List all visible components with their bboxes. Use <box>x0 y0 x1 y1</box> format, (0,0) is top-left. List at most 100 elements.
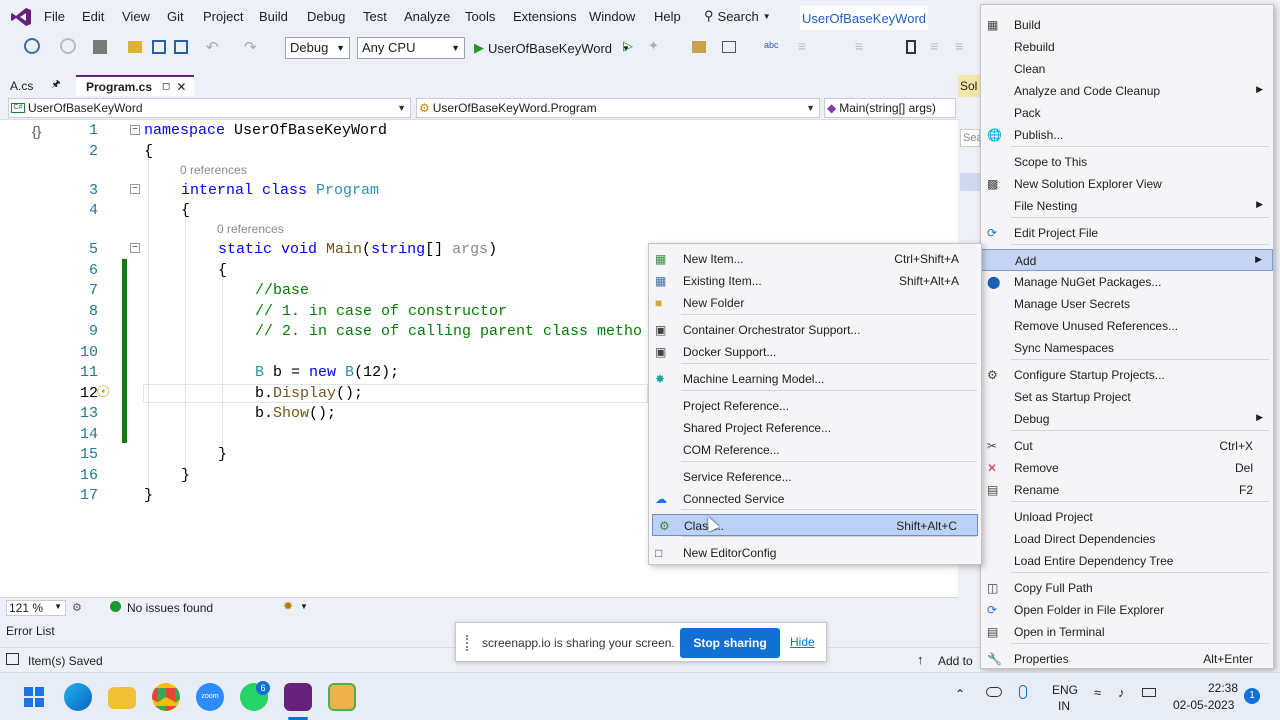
tab-program-cs[interactable]: Program.cs ◻ ✕ <box>76 75 194 96</box>
open-folder-icon[interactable] <box>128 41 142 53</box>
add-menu-item-new-folder[interactable]: ■ New Folder <box>649 292 981 314</box>
menu-item-clean[interactable]: Clean <box>981 58 1273 80</box>
wifi-icon[interactable]: ≈ <box>1094 685 1101 700</box>
indent-icon[interactable]: ≡ <box>855 38 873 56</box>
project-dropdown[interactable]: C# UserOfBaseKeyWord ▼ <box>8 98 411 118</box>
health-icon[interactable]: ⚙ <box>72 601 82 614</box>
add-menu-item-new-item[interactable]: ▦ New Item... Ctrl+Shift+A <box>649 248 981 270</box>
hide-link[interactable]: Hide <box>790 635 815 649</box>
menu-item-rebuild[interactable]: Rebuild <box>981 36 1273 58</box>
add-menu-item-new-editorconfig[interactable]: □ New EditorConfig <box>649 542 981 564</box>
chevron-up-icon[interactable]: ⌃ <box>955 687 965 701</box>
back-icon[interactable] <box>24 38 40 54</box>
codelens-references[interactable]: 0 references <box>217 222 284 236</box>
drag-handle-icon[interactable] <box>466 635 469 651</box>
language-primary[interactable]: ENG <box>1052 683 1078 697</box>
add-menu-item-machine-learning-model[interactable]: ✸ Machine Learning Model... <box>649 368 981 390</box>
menu-git[interactable]: Git <box>167 9 184 24</box>
menu-item-pack[interactable]: Pack <box>981 102 1273 124</box>
menu-file[interactable]: File <box>44 9 65 24</box>
config-combo[interactable]: Debug ▼ <box>285 37 350 59</box>
bookmark-icon[interactable] <box>906 40 916 54</box>
code-cleanup-icon[interactable]: ✸ <box>283 599 293 613</box>
lightbulb-icon[interactable]: ☉ <box>96 382 110 402</box>
menu-item-load-direct-dependencies[interactable]: Load Direct Dependencies <box>981 528 1273 550</box>
fold-toggle[interactable]: − <box>130 125 140 135</box>
menu-item-properties[interactable]: 🔧 Properties Alt+Enter <box>981 648 1273 670</box>
add-menu-item-connected-service[interactable]: ☁ Connected Service <box>649 488 981 510</box>
menu-item-publish[interactable]: 🌐 Publish... <box>981 124 1273 146</box>
save-all-icon[interactable] <box>174 40 188 54</box>
menu-edit[interactable]: Edit <box>82 9 104 24</box>
menu-item-add[interactable]: Add ▶ <box>981 249 1273 271</box>
menu-item-new-solution-explorer-view[interactable]: ▩ New Solution Explorer View <box>981 173 1273 195</box>
chevron-down-icon[interactable]: ▼ <box>300 602 308 611</box>
menu-item-debug[interactable]: Debug ▶ <box>981 408 1273 430</box>
member-dropdown[interactable]: ◆ Main(string[] args) <box>824 98 956 118</box>
add-menu-item-docker-support[interactable]: ▣ Docker Support... <box>649 341 981 363</box>
start-without-debugging-icon[interactable]: ▷ <box>623 38 641 56</box>
notifications-badge[interactable]: 1 <box>1244 688 1260 704</box>
bookmark-next-icon[interactable]: ≡ <box>955 38 973 56</box>
add-menu-item-service-reference[interactable]: Service Reference... <box>649 466 981 488</box>
menu-item-build[interactable]: ▦ Build <box>981 14 1273 36</box>
format-icon[interactable]: ≡ <box>798 38 816 56</box>
visual-studio-logo-icon[interactable] <box>10 7 32 27</box>
stop-sharing-button[interactable]: Stop sharing <box>680 628 780 658</box>
onedrive-icon[interactable] <box>986 687 1002 697</box>
menu-debug[interactable]: Debug <box>307 9 345 24</box>
menu-item-open-folder-in-file-explorer[interactable]: ⟳ Open Folder in File Explorer <box>981 599 1273 621</box>
forward-icon[interactable] <box>60 38 76 54</box>
zoom-combo[interactable]: 121 % ▼ <box>6 600 66 616</box>
solution-search-input[interactable]: Sea <box>960 129 983 147</box>
menu-item-load-entire-dependency-tree[interactable]: Load Entire Dependency Tree <box>981 550 1273 572</box>
pin-icon[interactable]: ◻ <box>162 81 170 92</box>
clock-time[interactable]: 22:38 <box>1208 681 1238 695</box>
start-button[interactable]: ▶ UserOfBaseKeyWord ▼ <box>474 38 630 58</box>
add-menu-item-class[interactable]: ⚙ Class... Shift+Alt+C <box>652 514 978 536</box>
menu-item-rename[interactable]: ▤ Rename F2 <box>981 479 1273 501</box>
type-dropdown[interactable]: ⚙ UserOfBaseKeyWord.Program ▼ <box>416 98 820 118</box>
language-secondary[interactable]: IN <box>1058 699 1070 713</box>
add-menu-item-container-orchestrator-support[interactable]: ▣ Container Orchestrator Support... <box>649 319 981 341</box>
issues-status[interactable]: No issues found <box>127 601 213 615</box>
visual-studio-taskbar-icon[interactable] <box>284 683 312 711</box>
snipping-tool-icon[interactable] <box>328 683 356 711</box>
spell-check-icon[interactable]: abc <box>764 40 782 58</box>
menu-extensions[interactable]: Extensions <box>513 9 577 24</box>
menu-project[interactable]: Project <box>203 9 243 24</box>
menu-item-copy-full-path[interactable]: ◫ Copy Full Path <box>981 577 1273 599</box>
menu-item-open-in-terminal[interactable]: ▤ Open in Terminal <box>981 621 1273 643</box>
chrome-icon[interactable] <box>152 683 180 711</box>
menu-item-manage-nuget-packages[interactable]: ⬤ Manage NuGet Packages... <box>981 271 1273 293</box>
menu-item-analyze-and-code-cleanup[interactable]: Analyze and Code Cleanup ▶ <box>981 80 1273 102</box>
menu-item-configure-startup-projects[interactable]: ⚙ Configure Startup Projects... <box>981 364 1273 386</box>
solution-explorer-icon[interactable] <box>692 41 706 53</box>
search-box[interactable]: ⚲ Search ▼ <box>704 4 784 28</box>
menu-build[interactable]: Build <box>259 9 288 24</box>
hot-reload-icon[interactable]: ✦ <box>648 38 666 56</box>
menu-item-remove-unused-references[interactable]: Remove Unused References... <box>981 315 1273 337</box>
layout-icon[interactable] <box>722 41 736 53</box>
add-to-source-control[interactable]: Add to <box>938 654 973 668</box>
menu-test[interactable]: Test <box>363 9 387 24</box>
menu-item-remove[interactable]: ✕ Remove Del <box>981 457 1273 479</box>
speaker-icon[interactable]: ♪ <box>1118 685 1125 700</box>
close-icon[interactable]: ✕ <box>176 80 186 94</box>
start-menu-icon[interactable] <box>20 683 48 711</box>
tab-a-cs[interactable]: A.cs 🖈 <box>0 75 74 96</box>
clock-date[interactable]: 02-05-2023 <box>1173 698 1234 712</box>
add-menu-item-existing-item[interactable]: ▦ Existing Item... Shift+Alt+A <box>649 270 981 292</box>
menu-item-edit-project-file[interactable]: ⟳ Edit Project File <box>981 222 1273 244</box>
menu-item-scope-to-this[interactable]: Scope to This <box>981 151 1273 173</box>
fold-toggle[interactable]: − <box>130 243 140 253</box>
save-icon[interactable] <box>152 40 166 54</box>
menu-item-unload-project[interactable]: Unload Project <box>981 506 1273 528</box>
bookmark-prev-icon[interactable]: ≡ <box>930 38 948 56</box>
new-project-icon[interactable] <box>93 40 107 54</box>
solution-selected-row[interactable] <box>960 173 980 191</box>
pin-icon[interactable]: 🖈 <box>51 77 60 94</box>
menu-item-cut[interactable]: ✂ Cut Ctrl+X <box>981 435 1273 457</box>
edge-browser-icon[interactable] <box>64 683 92 711</box>
menu-tools[interactable]: Tools <box>465 9 495 24</box>
